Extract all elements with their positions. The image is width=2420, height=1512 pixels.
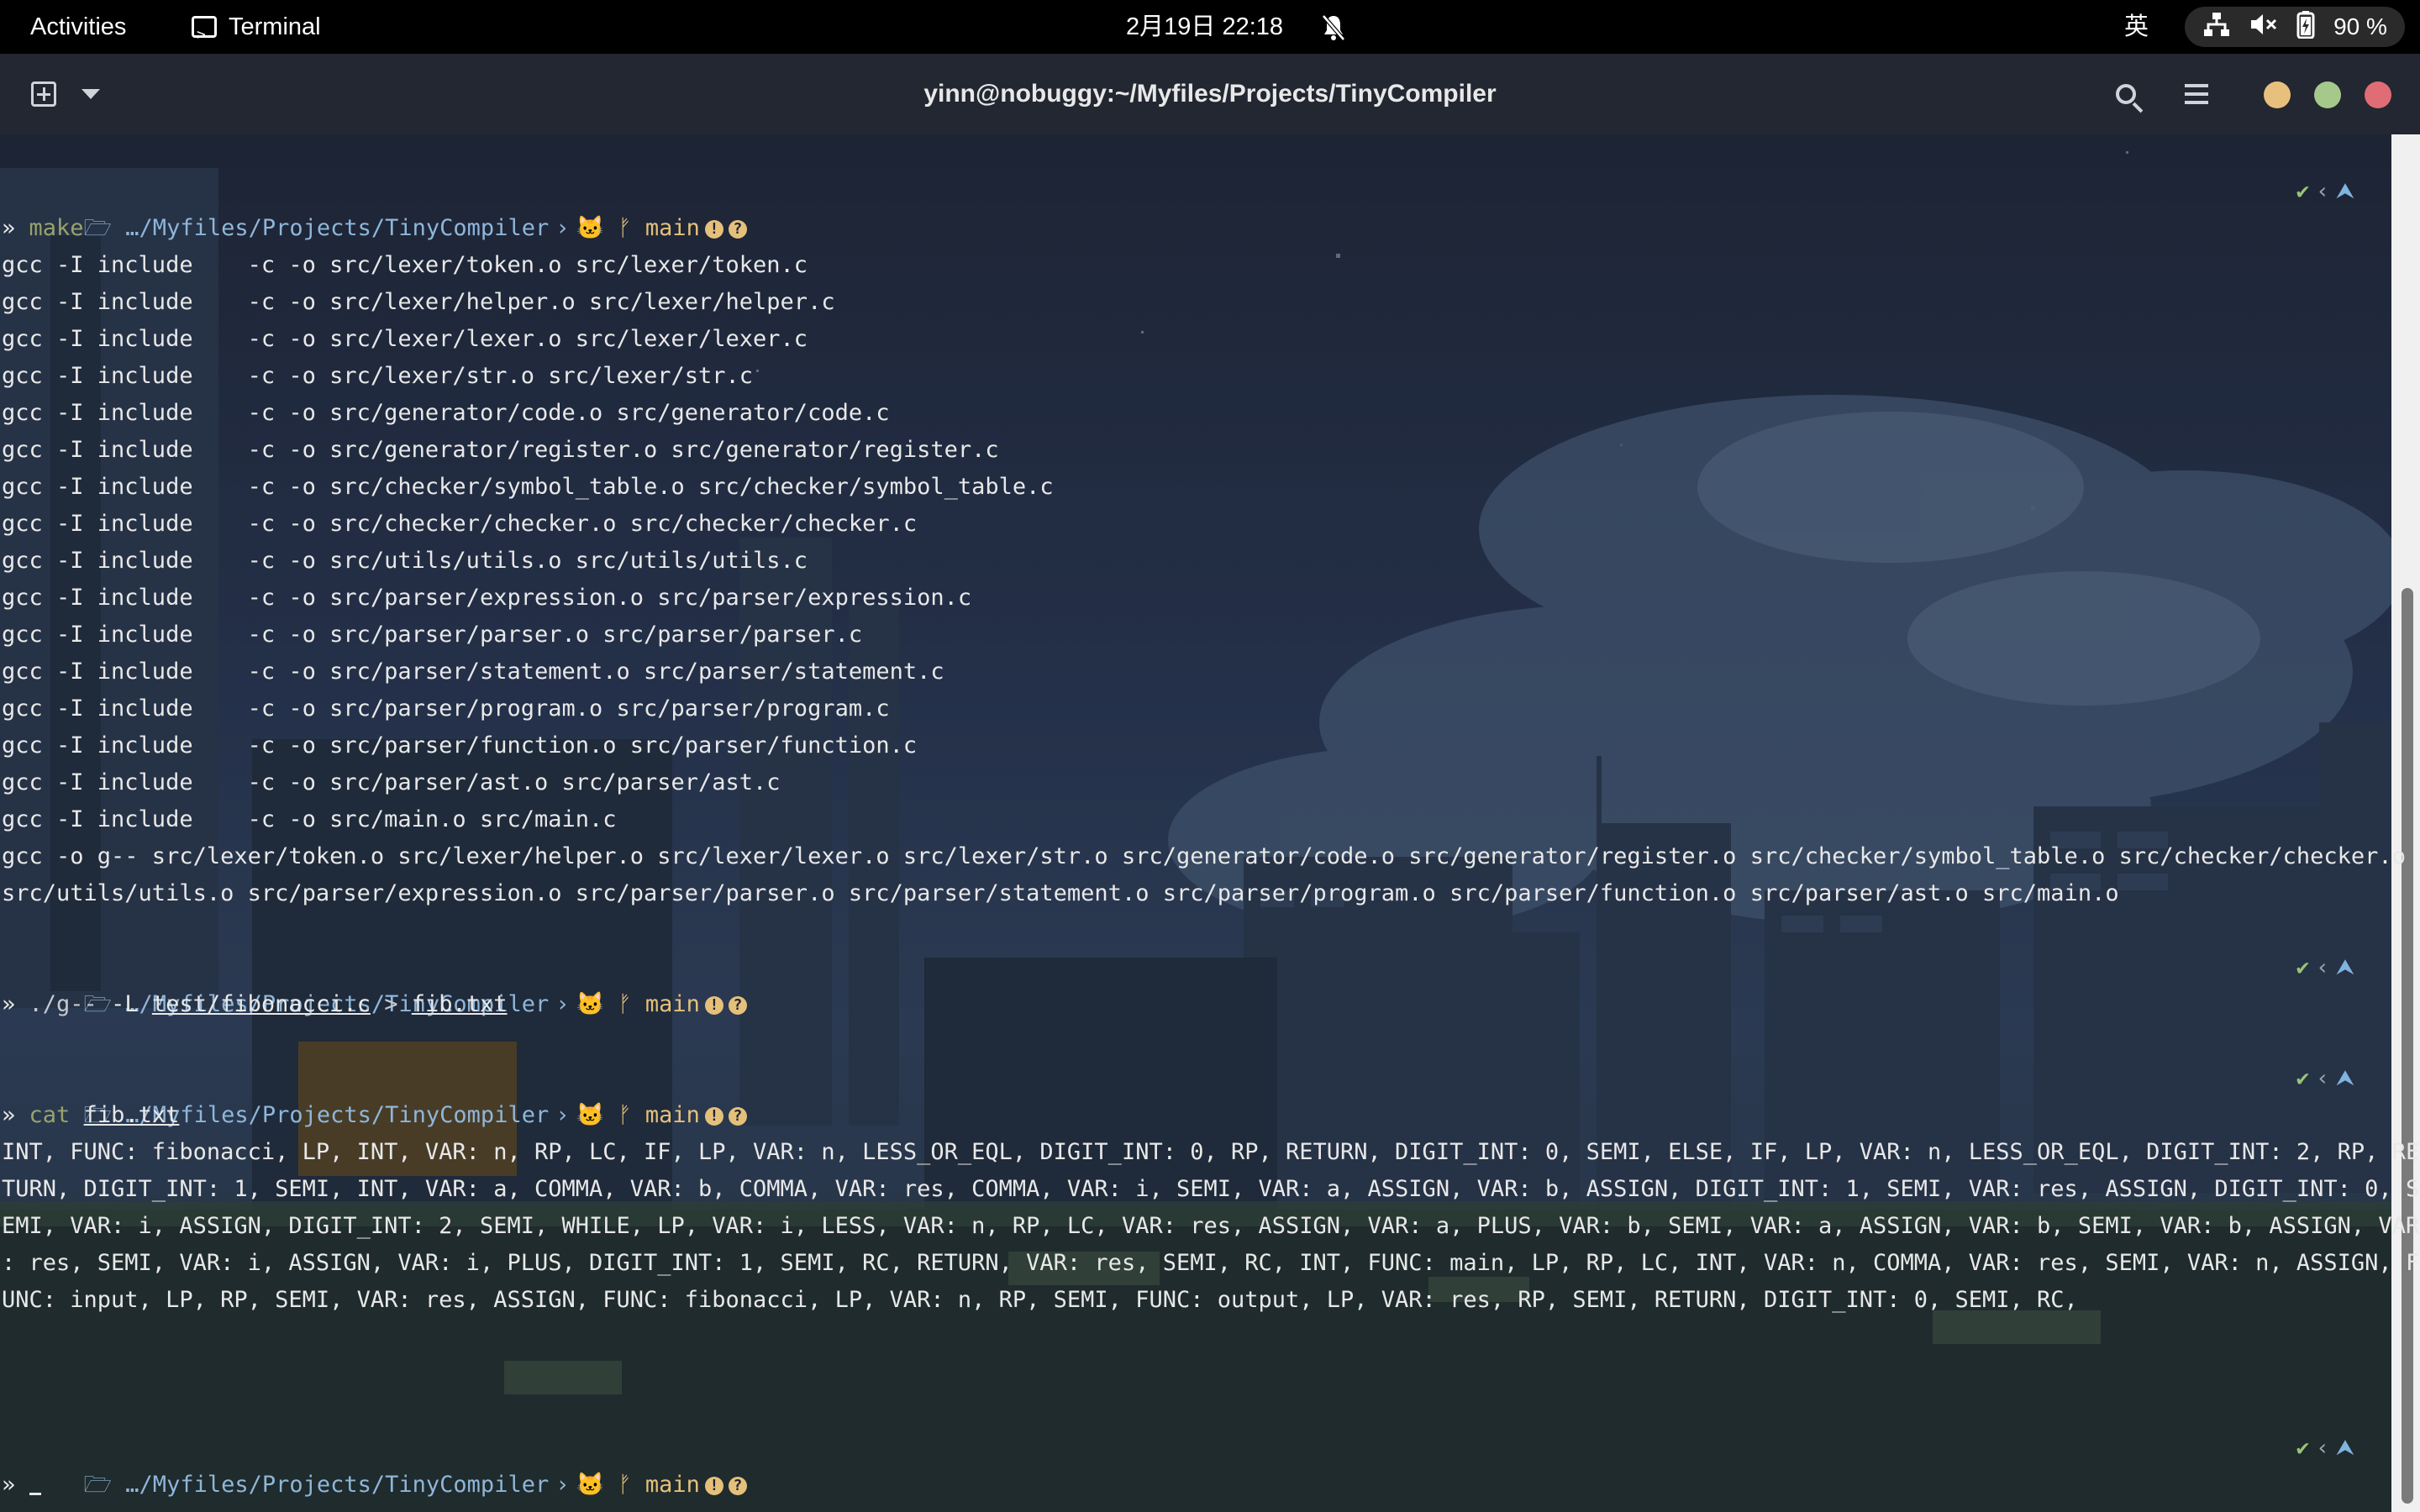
- app-name: Terminal: [229, 13, 321, 40]
- new-tab-icon: [31, 81, 56, 107]
- volume-muted-icon: [2249, 12, 2278, 43]
- output-line: gcc -I include -c -o src/generator/regis…: [2, 437, 999, 463]
- check-icon: ✔: [2296, 1436, 2310, 1461]
- command-line-current[interactable]: »: [2, 1467, 41, 1504]
- input-method-indicator[interactable]: 英: [2124, 0, 2149, 54]
- prompt-status: ✔ ‹ ⮝: [2296, 1436, 2354, 1461]
- warning-icon: !: [704, 1476, 723, 1495]
- git-branch-icon: ᚠ: [618, 991, 645, 1017]
- prompt-status: ✔ ‹ ⮝: [2296, 955, 2354, 980]
- command-line: » ./g-- -L test/fibonacci.c > fib.txt: [2, 991, 508, 1017]
- git-branch-icon: ᚠ: [618, 1102, 645, 1128]
- output-line: gcc -I include -c -o src/lexer/helper.o …: [2, 289, 835, 315]
- question-icon: ?: [728, 1106, 747, 1126]
- output-line: gcc -I include -c -o src/parser/function…: [2, 732, 918, 759]
- scrollbar[interactable]: [2391, 134, 2420, 1512]
- git-branch: main: [644, 215, 700, 241]
- terminal-app-icon: [192, 8, 217, 62]
- output-line: gcc -I include -c -o src/main.o src/main…: [2, 806, 617, 832]
- scrollbar-thumb[interactable]: [2402, 588, 2413, 1504]
- warning-icon: !: [704, 1106, 723, 1126]
- command-line: » make: [2, 215, 84, 241]
- text-cursor: [29, 1493, 41, 1495]
- prompt-line: 🗁 …/Myfiles/Projects/TinyCompiler › 🐱 ᚠ ma…: [2, 949, 747, 1017]
- output-line: gcc -I include -c -o src/generator/code.…: [2, 400, 890, 426]
- output-line: INT, FUNC: fibonacci, LP, INT, VAR: n, R…: [2, 1139, 2420, 1165]
- search-button[interactable]: [2106, 74, 2146, 114]
- hamburger-menu-button[interactable]: [2176, 74, 2217, 114]
- github-cat-icon: 🐱: [576, 215, 618, 241]
- output-line: TURN, DIGIT_INT: 1, SEMI, INT, VAR: a, C…: [2, 1176, 2420, 1202]
- prompt-line: 🗁 …/Myfiles/Projects/TinyCompiler › 🐱 ᚠ ma…: [2, 173, 747, 241]
- close-button[interactable]: [2365, 81, 2391, 108]
- output-line: gcc -I include -c -o src/lexer/str.o src…: [2, 363, 754, 389]
- folder-icon: 🗁: [83, 215, 126, 241]
- output-line: gcc -I include -c -o src/parser/statemen…: [2, 659, 944, 685]
- output-line: gcc -I include -c -o src/parser/ast.o sr…: [2, 769, 781, 795]
- terminal-view[interactable]: 🗁 …/Myfiles/Projects/TinyCompiler › 🐱 ᚠ ma…: [0, 134, 2420, 1512]
- output-line: gcc -I include -c -o src/lexer/token.o s…: [2, 252, 808, 278]
- terminal-headerbar: yinn@nobuggy:~/Myfiles/Projects/TinyComp…: [0, 54, 2420, 134]
- system-status-menu[interactable]: 90 %: [2185, 7, 2405, 47]
- output-line: src/utils/utils.o src/parser/expression.…: [2, 880, 2119, 906]
- check-icon: ✔: [2296, 179, 2310, 204]
- prompt-path: …/Myfiles/Projects/TinyCompiler: [125, 215, 550, 241]
- prompt-status: ✔ ‹ ⮝: [2296, 1066, 2354, 1091]
- arch-linux-icon: ⮝: [2335, 955, 2354, 980]
- command-line: » cat fib.txt: [2, 1102, 180, 1128]
- prompt-line: 🗁 …/Myfiles/Projects/TinyCompiler › 🐱 ᚠ ma…: [2, 1060, 747, 1128]
- output-line: gcc -I include -c -o src/checker/symbol_…: [2, 474, 1054, 500]
- network-wired-icon: [2202, 12, 2231, 43]
- minimize-button[interactable]: [2264, 81, 2291, 108]
- window-title: yinn@nobuggy:~/Myfiles/Projects/TinyComp…: [923, 80, 1497, 108]
- activities-button[interactable]: Activities: [30, 0, 126, 54]
- clock[interactable]: 2月19日 22:18: [1126, 0, 1283, 54]
- output-line: gcc -I include -c -o src/parser/parser.o…: [2, 622, 863, 648]
- warning-icon: !: [704, 995, 723, 1015]
- warning-icon: !: [704, 219, 723, 239]
- arch-linux-icon: ⮝: [2335, 1066, 2354, 1091]
- arch-linux-icon: ⮝: [2335, 179, 2354, 204]
- search-icon: [2116, 84, 2136, 104]
- output-line: gcc -I include -c -o src/lexer/lexer.o s…: [2, 326, 808, 352]
- github-cat-icon: 🐱: [576, 1102, 618, 1128]
- output-line: gcc -I include -c -o src/parser/expressi…: [2, 585, 972, 611]
- new-tab-button[interactable]: [24, 74, 64, 114]
- output-line: : res, SEMI, VAR: i, ASSIGN, VAR: i, PLU…: [2, 1250, 2420, 1276]
- folder-icon: 🗁: [83, 1472, 126, 1498]
- prompt-status: ✔ ‹ ⮝: [2296, 179, 2354, 204]
- question-icon: ?: [728, 1476, 747, 1495]
- check-icon: ✔: [2296, 1066, 2310, 1091]
- output-line: gcc -I include -c -o src/checker/checker…: [2, 511, 918, 537]
- notifications-muted-icon[interactable]: [1321, 0, 1346, 54]
- output-line: gcc -I include -c -o src/parser/program.…: [2, 696, 890, 722]
- system-top-bar: Activities Terminal 2月19日 22:18 英 90 %: [0, 0, 2420, 62]
- arch-linux-icon: ⮝: [2335, 1436, 2354, 1461]
- output-line: EMI, VAR: i, ASSIGN, DIGIT_INT: 2, SEMI,…: [2, 1213, 2420, 1239]
- check-icon: ✔: [2296, 955, 2310, 980]
- git-branch-icon: ᚠ: [618, 215, 645, 241]
- output-line: gcc -I include -c -o src/utils/utils.o s…: [2, 548, 808, 574]
- github-cat-icon: 🐱: [576, 1472, 618, 1498]
- output-line: UNC: input, LP, RP, SEMI, VAR: res, ASSI…: [2, 1287, 2078, 1313]
- question-icon: ?: [728, 995, 747, 1015]
- tab-dropdown-button[interactable]: [74, 74, 108, 114]
- output-line: gcc -o g-- src/lexer/token.o src/lexer/h…: [2, 843, 2406, 869]
- github-cat-icon: 🐱: [576, 991, 618, 1017]
- prompt-line: 🗁 …/Myfiles/Projects/TinyCompiler › 🐱 ᚠ ma…: [2, 1430, 747, 1498]
- app-menu-terminal[interactable]: Terminal: [192, 0, 321, 62]
- battery-charging-icon: [2296, 10, 2315, 45]
- command-make: make: [29, 215, 84, 241]
- battery-percent: 90 %: [2333, 13, 2387, 39]
- maximize-button[interactable]: [2314, 81, 2341, 108]
- chevron-down-icon: [82, 89, 100, 99]
- question-icon: ?: [728, 219, 747, 239]
- git-branch-icon: ᚠ: [618, 1472, 645, 1498]
